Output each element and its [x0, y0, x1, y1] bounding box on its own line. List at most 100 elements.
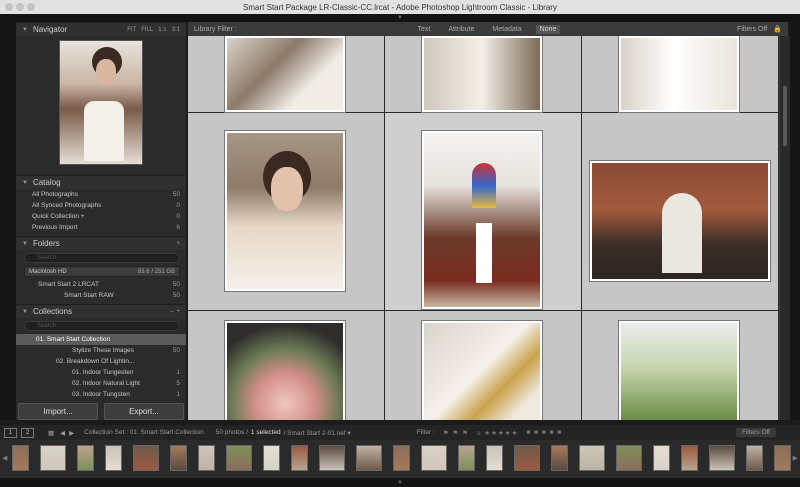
folder-item[interactable]: Smart Start 2 LRCAT 50 — [16, 279, 186, 290]
grid-view-icon[interactable]: ▦ — [48, 429, 54, 437]
grid-cell[interactable] — [385, 311, 582, 420]
folder-item[interactable]: Smart Start RAW 50 — [16, 290, 186, 301]
collections-header[interactable]: ▼ Collections – + — [16, 304, 186, 318]
filmstrip-thumbnail[interactable] — [356, 445, 382, 471]
catalog-item-previous-import[interactable]: Previous Import 6 — [16, 222, 186, 233]
filmstrip: ◀ ▶ — [0, 440, 800, 478]
filter-tab-text[interactable]: Text — [414, 25, 435, 34]
catalog-header[interactable]: ▼ Catalog — [16, 175, 186, 189]
grid-cell[interactable] — [188, 113, 385, 311]
bottom-panel-toggle-icon[interactable]: ▲ — [0, 478, 800, 487]
filmstrip-thumbnail[interactable] — [486, 445, 503, 471]
filmstrip-left-arrow-icon[interactable]: ◀ — [2, 454, 7, 462]
collections-search-input[interactable]: Search — [24, 321, 180, 331]
top-panel-toggle-icon[interactable]: ▼ — [0, 14, 800, 22]
filmstrip-thumbnail[interactable] — [458, 445, 475, 471]
collection-item[interactable]: 03. Indoor Tungsten 1 — [16, 389, 186, 400]
right-panel-toggle[interactable] — [790, 22, 800, 420]
collection-item[interactable]: 01. Smart Start Collection — [16, 334, 186, 345]
collection-item[interactable]: 02. Breakdown Of Lightin... — [16, 356, 186, 367]
folders-header[interactable]: ▼ Folders + — [16, 236, 186, 250]
monitor-2-button[interactable]: 2 — [21, 427, 34, 438]
color-label-filter[interactable]: ■ ■ ■ ■ ■ — [526, 429, 562, 436]
library-filter-label: Library Filter : — [194, 25, 237, 33]
add-folder-icon[interactable]: + — [176, 241, 180, 247]
current-file[interactable]: / Smart Start 2-01.nef ▾ — [284, 429, 351, 437]
filmstrip-thumbnail[interactable] — [12, 445, 29, 471]
collection-item[interactable]: 01. Indoor Tungesten 1 — [16, 367, 186, 378]
filmstrip-right-arrow-icon[interactable]: ▶ — [793, 454, 798, 462]
grid-cell[interactable] — [188, 311, 385, 420]
filmstrip-thumbnail[interactable] — [170, 445, 187, 471]
grid-cell[interactable] — [188, 36, 385, 113]
filmstrip-thumbnail[interactable] — [133, 445, 159, 471]
flag-filter-icons[interactable]: ⚑ ⚑ ⚑ — [443, 429, 469, 437]
grid-scrollbar[interactable] — [780, 36, 790, 420]
volume-space: 83.6 / 251 GB — [137, 268, 175, 275]
left-edge-strip[interactable] — [0, 22, 16, 420]
filter-tab-none[interactable]: None — [535, 24, 561, 34]
library-filter-bar: Library Filter : Text Attribute Metadata… — [188, 22, 788, 36]
catalog-item-quick-collection[interactable]: Quick Collection +0 — [16, 211, 186, 222]
filmstrip-thumbnail[interactable] — [393, 445, 410, 471]
filmstrip-thumbnail[interactable] — [746, 445, 763, 471]
collapse-triangle-icon: ▼ — [22, 26, 28, 33]
collection-add-remove-icons[interactable]: – + — [170, 309, 180, 315]
filters-off-dropdown[interactable]: Filters Off — [737, 26, 767, 33]
monitor-1-button[interactable]: 1 — [4, 427, 17, 438]
filmstrip-thumbnail[interactable] — [709, 445, 735, 471]
catalog-item-all-photographs[interactable]: All Photographs 50 — [16, 189, 186, 200]
filter-tab-attribute[interactable]: Attribute — [444, 25, 478, 34]
filmstrip-thumbnail[interactable] — [653, 445, 670, 471]
filmstrip-thumbnail[interactable] — [105, 445, 122, 471]
grid-cell[interactable] — [582, 36, 779, 113]
rating-filter-stars[interactable]: ≥ ★★★★★ — [477, 429, 519, 437]
back-arrow-icon[interactable]: ◀ — [60, 429, 65, 437]
filmstrip-thumbnail[interactable] — [291, 445, 308, 471]
zoom-fit[interactable]: FIT — [127, 27, 136, 33]
filmstrip-thumbnail[interactable] — [579, 445, 605, 471]
window-titlebar: Smart Start Package LR-Classic-CC.lrcat … — [0, 0, 800, 14]
catalog-title: Catalog — [32, 178, 61, 187]
filmstrip-thumbnail[interactable] — [226, 445, 252, 471]
lock-icon[interactable]: 🔒 — [773, 25, 782, 33]
filmstrip-thumbnail[interactable] — [421, 445, 447, 471]
filmstrip-thumbnail[interactable] — [514, 445, 540, 471]
filmstrip-thumbnail[interactable] — [198, 445, 215, 471]
filmstrip-thumbnail[interactable] — [77, 445, 94, 471]
filter-tab-metadata[interactable]: Metadata — [488, 25, 525, 34]
navigator-preview[interactable] — [59, 40, 143, 165]
close-window-button[interactable] — [5, 3, 13, 11]
zoom-3-1[interactable]: 3:1 — [172, 27, 180, 33]
filmstrip-thumbnail[interactable] — [616, 445, 642, 471]
zoom-options[interactable]: FIT FILL 1:1 3:1 — [127, 27, 180, 33]
photo-count: 50 photos / — [215, 429, 248, 436]
export-button[interactable]: Export... — [104, 403, 184, 420]
filmstrip-thumbnail[interactable] — [319, 445, 345, 471]
filmstrip-thumbnail[interactable] — [40, 445, 66, 471]
scroll-knob[interactable] — [783, 86, 787, 146]
filmstrip-thumbnail[interactable] — [774, 445, 791, 471]
folders-search-input[interactable]: Search — [24, 253, 180, 263]
grid-cell[interactable] — [582, 113, 779, 311]
zoom-fill[interactable]: FILL — [141, 27, 153, 33]
filmstrip-filters-off-dropdown[interactable]: Filters Off — [735, 428, 776, 437]
zoom-1-1[interactable]: 1:1 — [158, 27, 166, 33]
window-title: Smart Start Package LR-Classic-CC.lrcat … — [243, 2, 557, 12]
import-button[interactable]: Import... — [18, 403, 98, 420]
minimize-window-button[interactable] — [16, 3, 24, 11]
zoom-window-button[interactable] — [27, 3, 35, 11]
forward-arrow-icon[interactable]: ▶ — [69, 429, 74, 437]
navigator-header[interactable]: ▼ Navigator FIT FILL 1:1 3:1 — [16, 22, 186, 36]
filmstrip-thumbnail[interactable] — [551, 445, 568, 471]
grid-cell[interactable] — [582, 311, 779, 420]
catalog-item-all-synced[interactable]: All Synced Photographs 0 — [16, 200, 186, 211]
collection-item[interactable]: 02. Indoor Natural Light 5 — [16, 378, 186, 389]
grid-cell[interactable] — [385, 36, 582, 113]
collection-breadcrumb[interactable]: Collection Set : 01. Smart Start Collect… — [84, 429, 204, 436]
collection-item[interactable]: Stylize These Images 50 — [16, 345, 186, 356]
filmstrip-thumbnail[interactable] — [263, 445, 280, 471]
volume-bar[interactable]: Macintosh HD 83.6 / 251 GB — [24, 266, 180, 277]
grid-cell-selected[interactable] — [385, 113, 582, 311]
filmstrip-thumbnail[interactable] — [681, 445, 698, 471]
